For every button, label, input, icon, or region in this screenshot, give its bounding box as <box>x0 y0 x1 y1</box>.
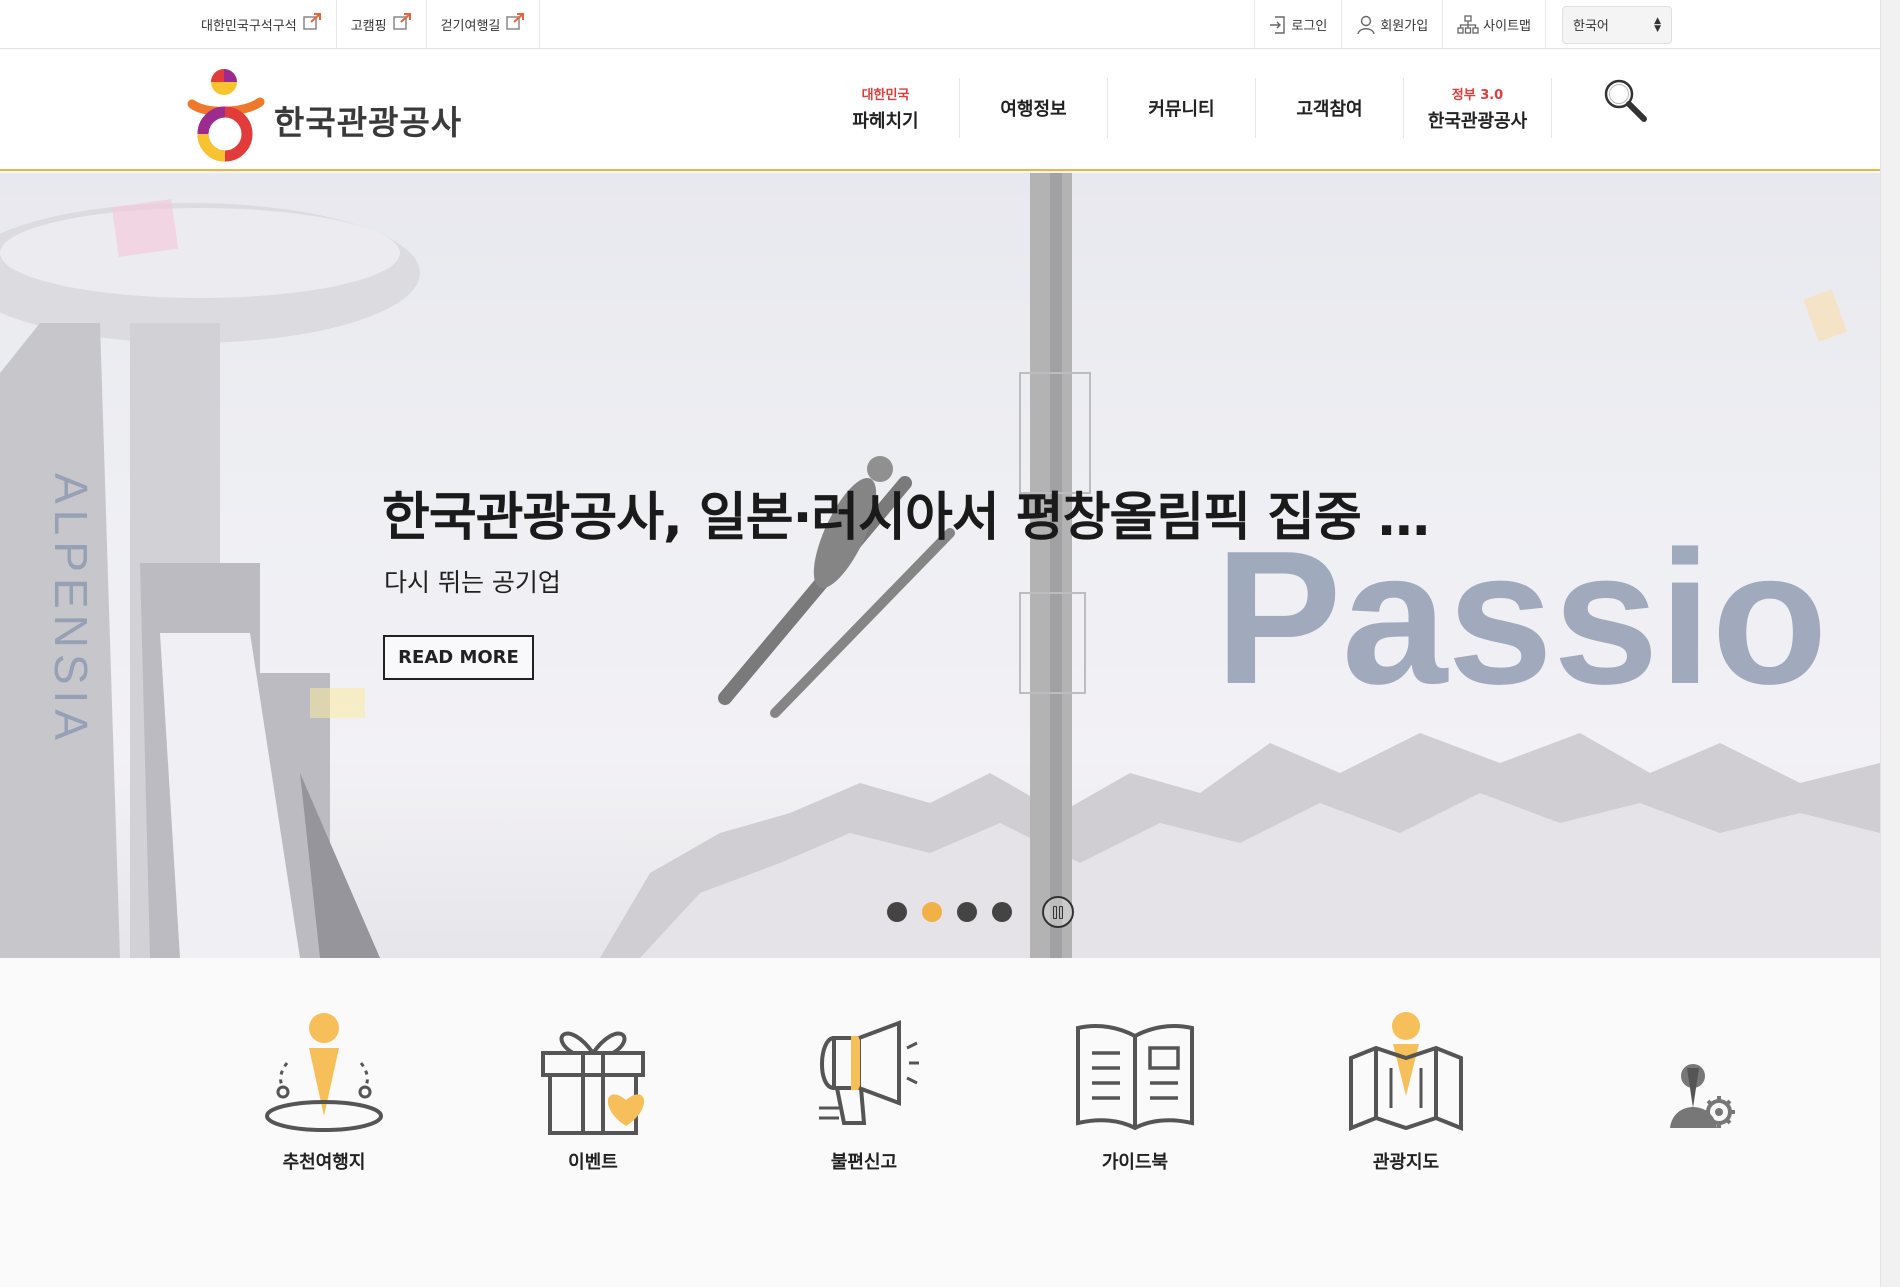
quick-menu: 추천여행지 이벤트 불편신고 가이드북 관광지도 <box>0 958 1880 1287</box>
account-links: 로그인 회원가입 사이트맵 한국어 ▲ ▼ <box>1254 0 1672 49</box>
link-korea-guide[interactable]: 대한민국구석구석 <box>185 0 337 49</box>
main-header: 한국관광공사 대한민국 파헤치기 여행정보 커뮤니티 고객참여 정부 3.0 한… <box>0 50 1880 171</box>
nav-sup-label: 대한민국 <box>861 87 910 103</box>
quick-label: 가이드북 <box>1101 1152 1169 1173</box>
nav-label: 여행정보 <box>1000 99 1067 120</box>
map-icon <box>1349 1012 1463 1131</box>
quick-recommended-destinations[interactable]: 추천여행지 <box>224 1008 424 1174</box>
gift-icon <box>541 1031 645 1135</box>
hero-slider: Passio ALPENSIA 한국관광공사, 일본·러시아서 평창올림픽 집중… <box>0 173 1880 958</box>
family-site-links: 대한민국구석구석 고캠핑 걷기여행길 <box>185 0 541 49</box>
login-icon <box>1270 15 1286 34</box>
nav-community[interactable]: 커뮤니티 <box>1108 78 1256 138</box>
site-logo[interactable]: 한국관광공사 <box>186 62 462 162</box>
hero-title[interactable]: 한국관광공사, 일본·러시아서 평창올림픽 집중 … <box>382 475 1430 550</box>
nav-travel-info[interactable]: 여행정보 <box>960 78 1108 138</box>
nav-customer[interactable]: 고객참여 <box>1256 78 1404 138</box>
quick-label: 불편신고 <box>830 1152 898 1173</box>
link-gocamping[interactable]: 고캠핑 <box>337 0 427 49</box>
login-label: 로그인 <box>1291 19 1328 34</box>
hero-subtitle: 다시 뛰는 공기업 <box>384 568 561 597</box>
page-scrollbar[interactable] <box>1880 0 1900 1287</box>
slide-dot-2[interactable] <box>922 902 942 922</box>
link-label: 대한민국구석구석 <box>201 19 297 34</box>
slide-dot-4[interactable] <box>992 902 1012 922</box>
sitemap-label: 사이트맵 <box>1483 19 1531 34</box>
search-button[interactable] <box>1600 75 1650 125</box>
select-arrows-icon: ▲ ▼ <box>1654 15 1661 34</box>
slider-pagination <box>887 896 1074 928</box>
user-icon <box>1357 15 1376 34</box>
quick-guidebook[interactable]: 가이드북 <box>1035 1008 1235 1174</box>
sitemap-icon <box>1457 14 1479 34</box>
quick-admin-settings[interactable] <box>1600 1008 1800 1148</box>
hero-overlay <box>0 173 1880 958</box>
login-link[interactable]: 로그인 <box>1254 0 1343 49</box>
slide-dot-3[interactable] <box>957 902 977 922</box>
nav-label: 고객참여 <box>1296 99 1363 120</box>
search-icon <box>1604 79 1647 122</box>
nav-about-kto[interactable]: 정부 3.0 한국관광공사 <box>1404 78 1552 138</box>
external-link-icon <box>302 12 321 30</box>
pause-bar-icon <box>1059 905 1063 919</box>
nav-label: 한국관광공사 <box>1427 110 1528 132</box>
external-link-icon <box>392 12 411 30</box>
book-icon <box>1076 1024 1194 1131</box>
megaphone-icon <box>819 1020 919 1125</box>
read-more-button[interactable]: READ MORE <box>383 635 534 680</box>
destination-icon <box>265 1013 383 1132</box>
external-link-icon <box>506 12 525 30</box>
pause-bar-icon <box>1053 905 1057 919</box>
quick-label: 관광지도 <box>1372 1152 1440 1173</box>
nav-label: 커뮤니티 <box>1148 99 1215 120</box>
quick-complaint[interactable]: 불편신고 <box>764 1008 964 1174</box>
quick-events[interactable]: 이벤트 <box>493 1008 693 1174</box>
language-select[interactable]: 한국어 ▲ ▼ <box>1562 5 1672 44</box>
link-label: 고캠핑 <box>350 19 387 34</box>
nav-explore-korea[interactable]: 대한민국 파헤치기 <box>812 78 960 138</box>
slide-dot-1[interactable] <box>887 902 907 922</box>
kto-emblem-icon <box>187 69 265 162</box>
utility-bar: 대한민국구석구석 고캠핑 걷기여행길 로그인 회원가입 사이트맵 한국어 ▲ ▼ <box>0 0 1880 49</box>
signup-label: 회원가입 <box>1380 19 1429 34</box>
signup-link[interactable]: 회원가입 <box>1342 0 1444 49</box>
link-walking-trail[interactable]: 걷기여행길 <box>427 0 541 49</box>
language-value: 한국어 <box>1573 19 1609 34</box>
quick-label: 추천여행지 <box>282 1152 366 1173</box>
pause-button[interactable] <box>1042 896 1074 928</box>
quick-label: 이벤트 <box>568 1152 618 1173</box>
link-label: 걷기여행길 <box>440 19 501 34</box>
sitemap-link[interactable]: 사이트맵 <box>1443 0 1546 49</box>
admin-settings-icon <box>1670 1064 1735 1128</box>
nav-sup-label: 정부 3.0 <box>1451 87 1504 103</box>
quick-tour-map[interactable]: 관광지도 <box>1306 1008 1506 1174</box>
logo-text: 한국관광공사 <box>274 103 463 142</box>
main-nav: 대한민국 파헤치기 여행정보 커뮤니티 고객참여 정부 3.0 한국관광공사 <box>812 78 1552 138</box>
nav-label: 파헤치기 <box>852 110 919 132</box>
